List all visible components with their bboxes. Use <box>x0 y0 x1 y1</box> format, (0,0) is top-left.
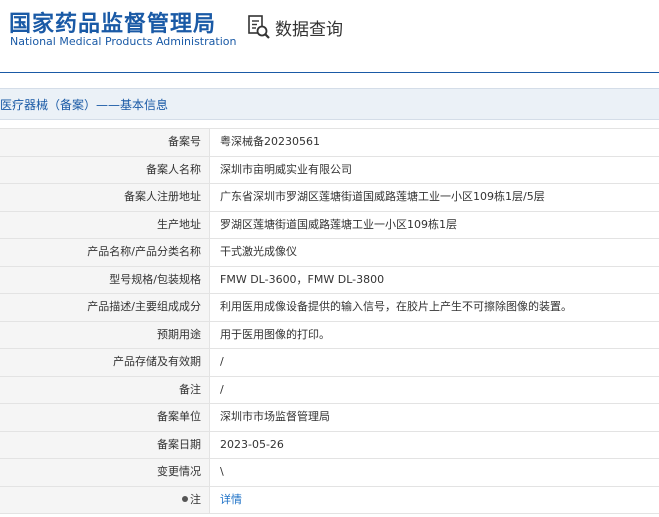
field-label: 备案号 <box>0 129 210 156</box>
row-filer-name: 备案人名称 深圳市亩明威实业有限公司 <box>0 156 659 184</box>
detail-table: 备案号 粤深械备20230561 备案人名称 深圳市亩明威实业有限公司 备案人注… <box>0 128 659 514</box>
data-query-link[interactable]: 数据查询 <box>247 14 343 40</box>
field-value: 罗湖区莲塘街道国威路莲塘工业一小区109栋1层 <box>220 217 457 231</box>
data-query-label: 数据查询 <box>275 19 343 40</box>
row-filing-number: 备案号 粤深械备20230561 <box>0 129 659 157</box>
field-label: 产品名称/产品分类名称 <box>0 239 210 266</box>
row-product-name: 产品名称/产品分类名称 干式激光成像仪 <box>0 239 659 267</box>
field-value: 深圳市亩明威实业有限公司 <box>220 162 352 176</box>
field-value: / <box>220 382 224 396</box>
field-value: 干式激光成像仪 <box>220 245 297 258</box>
field-label-note: 注 <box>0 486 210 513</box>
row-description: 产品描述/主要组成成分 利用医用成像设备提供的输入信号，在胶片上产生不可擦除图像… <box>0 294 659 322</box>
row-registered-address: 备案人注册地址 广东省深圳市罗湖区莲塘街道国威路莲塘工业一小区109栋1层/5层 <box>0 184 659 212</box>
field-value: 2023-05-26 <box>220 437 284 451</box>
field-value: / <box>220 355 224 368</box>
site-subtitle: National Medical Products Administration <box>10 35 237 48</box>
field-value: 深圳市市场监督管理局 <box>220 410 330 423</box>
header-divider <box>0 72 659 73</box>
breadcrumb: 医疗器械（备案）——基本信息 <box>0 98 169 112</box>
field-label: 产品描述/主要组成成分 <box>0 294 210 321</box>
field-label: 产品存储及有效期 <box>0 349 210 376</box>
field-label: 备注 <box>0 376 210 403</box>
field-value: 广东省深圳市罗湖区莲塘街道国威路莲塘工业一小区109栋1层/5层 <box>220 190 545 203</box>
row-production-address: 生产地址 罗湖区莲塘街道国威路莲塘工业一小区109栋1层 <box>0 211 659 239</box>
field-label: 备案日期 <box>0 431 210 458</box>
field-label: 备案单位 <box>0 404 210 431</box>
field-label: 备案人名称 <box>0 156 210 183</box>
site-header: 国家药品监督管理局 National Medical Products Admi… <box>0 0 659 72</box>
row-intended-use: 预期用途 用于医用图像的打印。 <box>0 321 659 349</box>
field-label: 变更情况 <box>0 459 210 486</box>
bullet-icon <box>182 495 188 502</box>
note-label: 注 <box>190 492 201 506</box>
field-label: 生产地址 <box>0 211 210 238</box>
field-label: 预期用途 <box>0 321 210 348</box>
row-change-status: 变更情况 \ <box>0 459 659 487</box>
row-filing-date: 备案日期 2023-05-26 <box>0 431 659 459</box>
row-storage-validity: 产品存储及有效期 / <box>0 349 659 377</box>
field-label: 型号规格/包装规格 <box>0 266 210 293</box>
row-model-spec: 型号规格/包装规格 FMW DL-3600，FMW DL-3800 <box>0 266 659 294</box>
field-value: \ <box>220 465 224 478</box>
details-link[interactable]: 详情 <box>210 487 659 514</box>
field-value: FMW DL-3600，FMW DL-3800 <box>220 272 385 286</box>
site-title[interactable]: 国家药品监督管理局 <box>9 6 216 38</box>
field-value: 用于医用图像的打印。 <box>220 327 330 341</box>
breadcrumb-bar: 医疗器械（备案）——基本信息 <box>0 88 659 120</box>
field-value: 粤深械备20230561 <box>220 135 320 148</box>
document-search-icon <box>247 14 271 40</box>
row-filing-unit: 备案单位 深圳市市场监督管理局 <box>0 404 659 432</box>
row-note: 注 详情 <box>0 486 659 514</box>
row-remarks: 备注 / <box>0 376 659 404</box>
field-label: 备案人注册地址 <box>0 184 210 211</box>
field-value: 利用医用成像设备提供的输入信号，在胶片上产生不可擦除图像的装置。 <box>220 300 572 313</box>
